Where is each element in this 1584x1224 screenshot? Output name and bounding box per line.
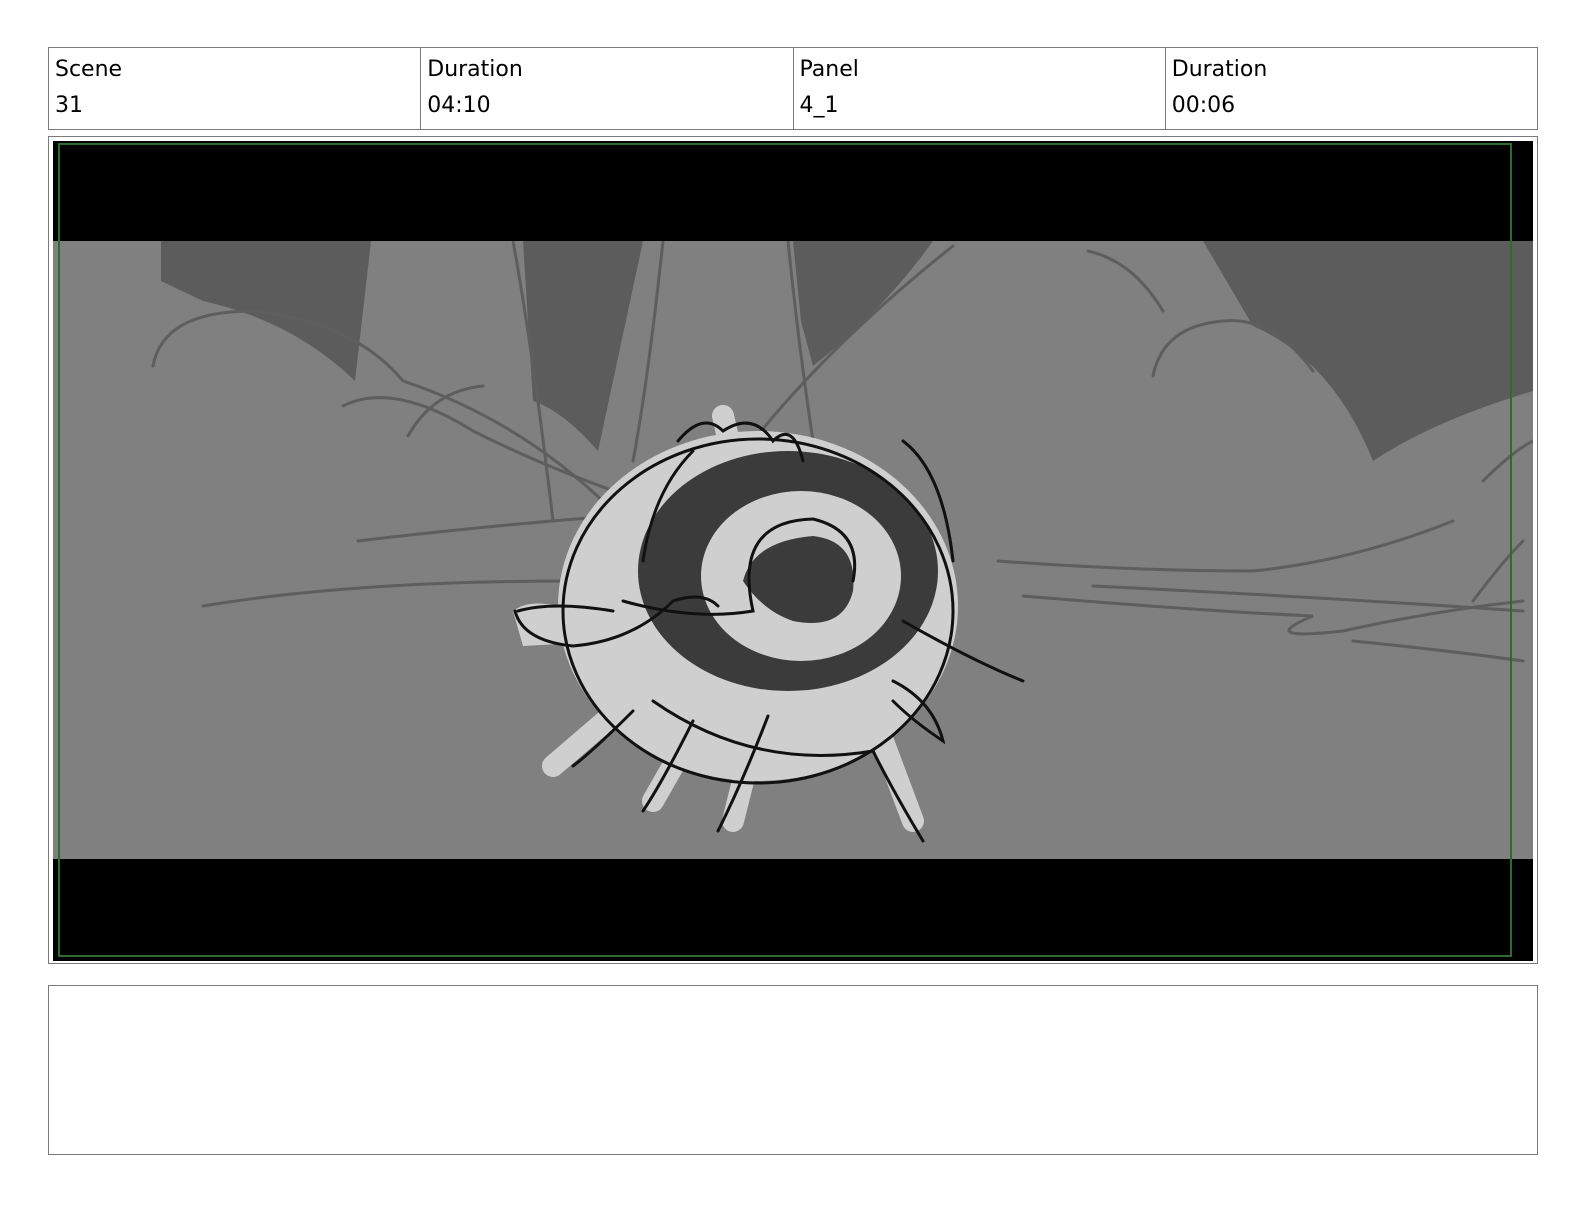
scene-duration-label: Duration (427, 57, 523, 82)
scene-cell: Scene 31 (49, 48, 422, 129)
scene-duration-cell: Duration 04:10 (421, 48, 794, 129)
scene-value: 31 (55, 93, 83, 118)
panel-value: 4_1 (799, 93, 839, 118)
letterbox-top (53, 141, 1533, 241)
panel-info-header: Scene 31 Duration 04:10 Panel 4_1 Durati… (48, 47, 1538, 130)
panel-label: Panel (799, 57, 859, 82)
panel-duration-cell: Duration 00:06 (1166, 48, 1537, 129)
panel-duration-value: 00:06 (1171, 93, 1236, 118)
storyboard-panel-frame (48, 136, 1538, 964)
panel-cell: Panel 4_1 (794, 48, 1166, 129)
storyboard-panel-image (53, 141, 1533, 961)
scene-label: Scene (55, 57, 123, 82)
letterbox-bottom (53, 859, 1533, 961)
panel-notes-box[interactable] (48, 985, 1538, 1155)
panel-duration-label: Duration (1171, 57, 1268, 82)
scene-duration-value: 04:10 (427, 93, 491, 118)
